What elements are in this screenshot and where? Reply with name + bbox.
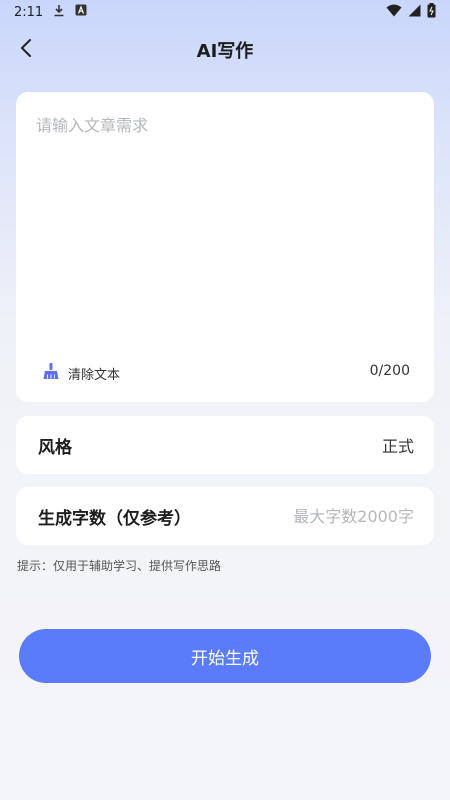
- status-time: 2:11: [14, 4, 44, 20]
- battery-icon: [427, 2, 436, 22]
- word-count-row: 生成字数（仅参考）: [16, 487, 434, 545]
- wifi-icon: [386, 4, 402, 21]
- broom-icon: [42, 362, 60, 384]
- a-notification-icon: [75, 4, 87, 20]
- style-value: 正式: [381, 437, 414, 456]
- start-generate-button[interactable]: 开始生成: [19, 629, 431, 683]
- usage-hint: 提示：仅用于辅助学习、提供写作思路: [17, 559, 222, 573]
- clear-text-button[interactable]: 清除文本: [42, 362, 120, 384]
- page-title: AI写作: [196, 41, 254, 62]
- character-counter: 0/200: [369, 363, 410, 379]
- clear-text-label: 清除文本: [68, 367, 121, 383]
- download-icon: [53, 4, 65, 21]
- style-label: 风格: [38, 437, 72, 458]
- status-bar: 2:11: [0, 0, 450, 24]
- chevron-left-icon: [19, 38, 33, 62]
- word-count-label: 生成字数（仅参考）: [38, 508, 191, 529]
- word-count-input[interactable]: [264, 506, 414, 526]
- back-button[interactable]: [10, 34, 42, 66]
- app-bar: AI写作: [0, 30, 450, 70]
- article-request-input[interactable]: [36, 112, 414, 342]
- status-left: 2:11: [14, 4, 87, 21]
- status-right: [386, 2, 436, 22]
- style-row[interactable]: 风格 正式: [16, 416, 434, 474]
- signal-icon: [408, 4, 421, 21]
- article-request-card: 清除文本 0/200: [16, 92, 434, 402]
